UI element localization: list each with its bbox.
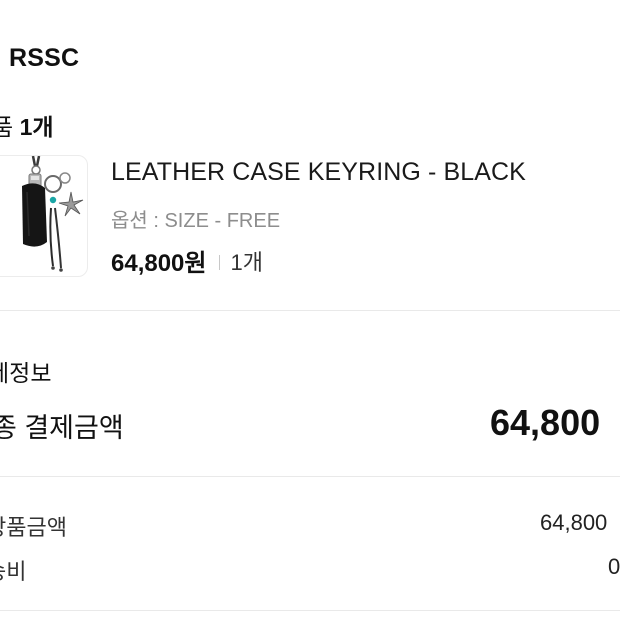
product-name[interactable]: LEATHER CASE KEYRING - BLACK [111, 158, 526, 187]
product-price: 64,800원 [111, 250, 207, 277]
order-summary-page: RSSC 품 1개 LEATHER CASE KEYRING - BLACK 옵… [0, 0, 620, 620]
subtotal-label: 상품금액 [0, 515, 67, 540]
subtotal-value: 64,800 [540, 510, 608, 535]
section-divider [0, 476, 620, 477]
shipping-fee-value: 0 [608, 554, 620, 579]
shipping-fee-label: 송비 [0, 559, 27, 584]
store-name[interactable]: RSSC [9, 44, 79, 73]
product-quantity: 1개 [230, 249, 263, 275]
product-option: 옵션 : SIZE - FREE [111, 210, 281, 232]
total-payment-label: 종 결제금액 [0, 413, 124, 443]
product-count-value: 1개 [19, 114, 54, 140]
payment-section-title: 제정보 [0, 360, 52, 386]
section-divider [0, 310, 620, 311]
section-divider [0, 610, 620, 611]
product-price-row: 64,800원 1개 [111, 243, 263, 278]
product-count: 품 1개 [0, 108, 54, 142]
total-payment-value: 64,800 [490, 402, 601, 443]
product-count-prefix: 품 [0, 114, 14, 140]
price-divider [218, 255, 220, 270]
leather-keyring-image [22, 156, 84, 272]
product-thumbnail[interactable] [0, 155, 88, 277]
